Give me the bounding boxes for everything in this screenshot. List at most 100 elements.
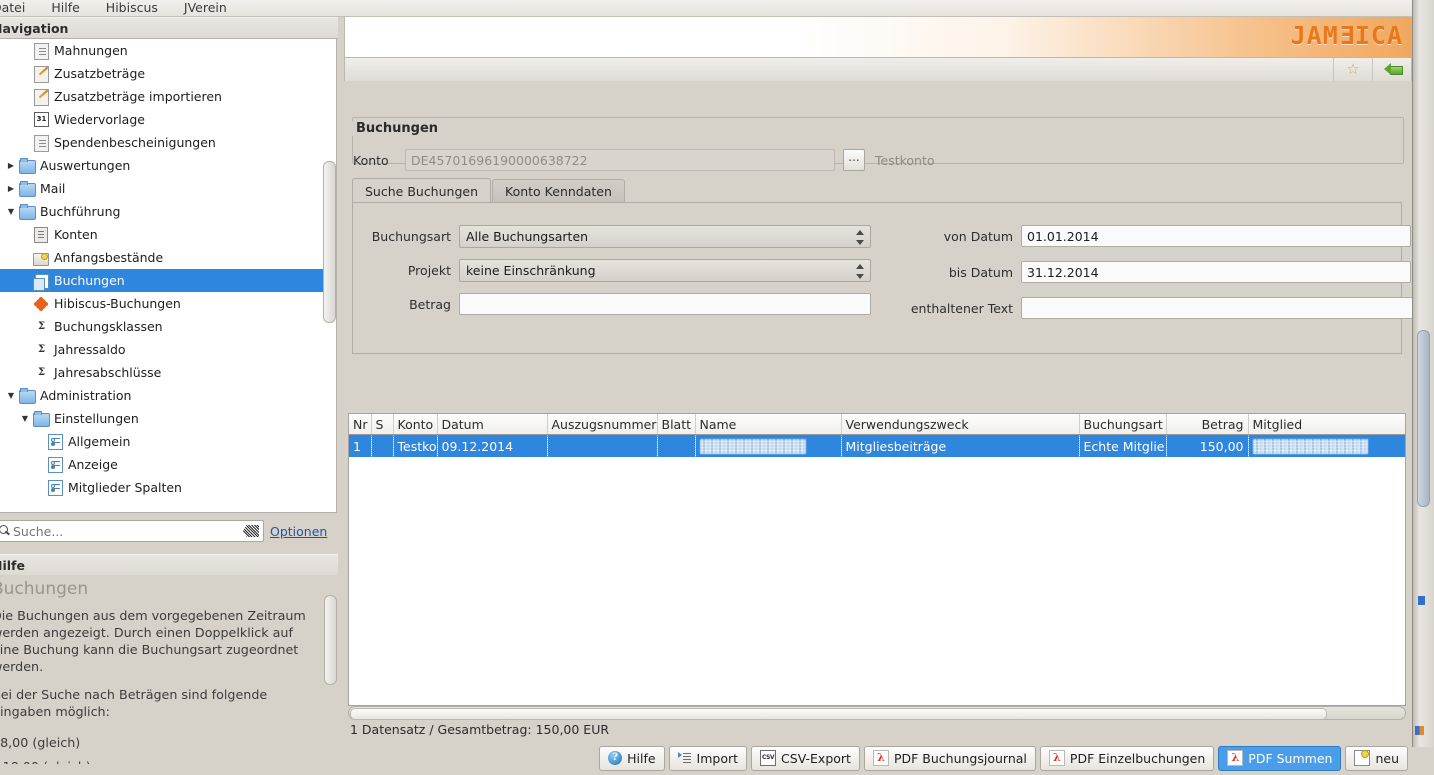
tree-item-label: Buchungsklassen bbox=[54, 315, 163, 338]
column-header-auszugsnummer[interactable]: Auszugsnummer bbox=[547, 414, 657, 435]
buchungen-table[interactable]: NrSKontoDatumAuszugsnummerBlattNameVerwe… bbox=[348, 413, 1406, 706]
help-scrollbar-thumb[interactable] bbox=[324, 595, 337, 685]
column-header-mitglied[interactable]: Mitglied bbox=[1248, 414, 1405, 435]
cell-blatt bbox=[657, 435, 695, 458]
column-header-konto[interactable]: Konto bbox=[393, 414, 437, 435]
pdf-icon: λ bbox=[1227, 750, 1243, 766]
tree-item-buchungsklassen[interactable]: ΣBuchungsklassen bbox=[0, 315, 322, 338]
search-input[interactable] bbox=[11, 523, 243, 540]
back-button[interactable] bbox=[1372, 58, 1411, 81]
column-header-betrag[interactable]: Betrag bbox=[1166, 414, 1248, 435]
buchungsart-select[interactable]: Alle Buchungsarten bbox=[459, 225, 871, 248]
menu-item-datei[interactable]: Datei bbox=[0, 0, 38, 16]
search-options-link[interactable]: Optionen bbox=[270, 524, 327, 539]
left-pane: Navigation MahnungenZusatzbeträgeZusatzb… bbox=[0, 17, 338, 747]
tree-item-administration[interactable]: ▼ Administration bbox=[0, 384, 322, 407]
von-datum-input[interactable] bbox=[1021, 225, 1411, 247]
tree-item-mitglieder-spalten[interactable]: Mitglieder Spalten bbox=[0, 476, 322, 499]
tree-item-spendenbescheinigungen[interactable]: Spendenbescheinigungen bbox=[0, 131, 322, 154]
button-neu[interactable]: neu bbox=[1345, 746, 1408, 771]
help-paragraph: Bei der Suche nach Beträgen sind folgend… bbox=[0, 686, 322, 720]
tree-twisty-icon[interactable]: ▶ bbox=[4, 161, 18, 170]
help-scrollbar[interactable] bbox=[324, 595, 335, 760]
table-row[interactable]: 1Testko09.12.2014MitgliesbeiträgeEchte M… bbox=[349, 435, 1405, 458]
cell-betrag: 150,00 bbox=[1166, 435, 1248, 458]
tree-twisty-icon[interactable]: ▼ bbox=[4, 391, 18, 400]
button-label: PDF Summen bbox=[1248, 751, 1332, 766]
tree-item-einstellungen[interactable]: ▼ Einstellungen bbox=[0, 407, 322, 430]
window-marker bbox=[1415, 726, 1424, 735]
tree-item-allgemein[interactable]: Allgemein bbox=[0, 430, 322, 453]
list-icon bbox=[46, 457, 63, 473]
cell-konto: Testko bbox=[393, 435, 437, 458]
tree-twisty-icon[interactable]: ▼ bbox=[18, 414, 32, 423]
bookmark-button[interactable]: ☆ bbox=[1333, 58, 1372, 81]
projekt-select[interactable]: keine Einschränkung bbox=[459, 259, 871, 282]
tree-item-zusatzbetr-ge-importieren[interactable]: Zusatzbeträge importieren bbox=[0, 85, 322, 108]
search-icon bbox=[0, 524, 11, 538]
konto-browse-button[interactable]: ... bbox=[843, 149, 865, 171]
button-label: PDF Einzelbuchungen bbox=[1070, 751, 1205, 766]
tree-item-label: Einstellungen bbox=[54, 407, 139, 430]
column-header-datum[interactable]: Datum bbox=[437, 414, 547, 435]
tree-item-jahresabschl-sse[interactable]: ΣJahresabschlüsse bbox=[0, 361, 322, 384]
outer-scrollbar-thumb[interactable] bbox=[1417, 330, 1430, 507]
button-pdf-einzelbuchungen[interactable]: λPDF Einzelbuchungen bbox=[1040, 746, 1214, 771]
back-arrow-icon bbox=[1384, 63, 1401, 76]
view-content: Buchungen Konto ... Testkonto Suche Buch… bbox=[344, 81, 1412, 747]
search-box[interactable] bbox=[0, 520, 264, 542]
button-hilfe[interactable]: ?Hilfe bbox=[599, 746, 664, 771]
tree-item-mail[interactable]: ▶Mail bbox=[0, 177, 322, 200]
star-icon: ☆ bbox=[1346, 62, 1359, 77]
tree-item-buchungen[interactable]: Buchungen bbox=[0, 269, 337, 292]
tree-item-wiedervorlage[interactable]: 31Wiedervorlage bbox=[0, 108, 322, 131]
button-csv-export[interactable]: CSVCSV-Export bbox=[751, 746, 860, 771]
column-header-name[interactable]: Name bbox=[695, 414, 841, 435]
table-scrollbar-thumb[interactable] bbox=[350, 708, 1327, 720]
tree-item-jahressaldo[interactable]: ΣJahressaldo bbox=[0, 338, 322, 361]
table-horizontal-scrollbar[interactable] bbox=[348, 706, 1406, 720]
menu-item-hilfe[interactable]: Hilfe bbox=[38, 0, 92, 16]
group-title: Buchungen bbox=[352, 121, 442, 136]
tree-twisty-icon[interactable]: ▼ bbox=[4, 207, 18, 216]
tree-item-konten[interactable]: Konten bbox=[0, 223, 322, 246]
column-header-verwendungszweck[interactable]: Verwendungszweck bbox=[841, 414, 1079, 435]
tree-item-mahnungen[interactable]: Mahnungen bbox=[0, 39, 322, 62]
tree-twisty-icon[interactable]: ▶ bbox=[4, 184, 18, 193]
enthaltener-text-input[interactable] bbox=[1021, 297, 1434, 319]
tree-scrollbar[interactable] bbox=[323, 41, 334, 509]
bis-datum-input[interactable] bbox=[1021, 261, 1411, 283]
navigation-tree[interactable]: MahnungenZusatzbeträgeZusatzbeträge impo… bbox=[0, 38, 337, 513]
help-example: =18,00 (gleich) bbox=[0, 755, 338, 764]
button-pdf-buchungsjournal[interactable]: λPDF Buchungsjournal bbox=[864, 746, 1036, 771]
tree-item-buchf-hrung[interactable]: ▼Buchführung bbox=[0, 200, 322, 223]
jameica-logo: JAMEICA bbox=[1291, 21, 1403, 50]
menu-item-jverein[interactable]: JVerein bbox=[171, 0, 240, 16]
chevron-updown-icon bbox=[856, 263, 865, 280]
tree-item-zusatzbetr-ge[interactable]: Zusatzbeträge bbox=[0, 62, 322, 85]
tab-konto-kenndaten[interactable]: Konto Kenndaten bbox=[492, 179, 625, 203]
betrag-input[interactable] bbox=[459, 293, 871, 315]
tree-scrollbar-thumb[interactable] bbox=[323, 161, 336, 323]
column-header-blatt[interactable]: Blatt bbox=[657, 414, 695, 435]
tab-suche-buchungen[interactable]: Suche Buchungen bbox=[352, 178, 491, 203]
tree-item-anfangsbest-nde[interactable]: Anfangsbestände bbox=[0, 246, 322, 269]
column-header-nr[interactable]: Nr bbox=[349, 414, 371, 435]
tree-item-hibiscus-buchungen[interactable]: Hibiscus-Buchungen bbox=[0, 292, 322, 315]
clear-search-icon[interactable] bbox=[243, 525, 259, 537]
menu-item-hibiscus[interactable]: Hibiscus bbox=[93, 0, 171, 16]
column-header-buchungsart[interactable]: Buchungsart bbox=[1079, 414, 1166, 435]
konto-field[interactable] bbox=[405, 149, 835, 171]
book-icon bbox=[32, 227, 49, 243]
tree-item-anzeige[interactable]: Anzeige bbox=[0, 453, 322, 476]
button-pdf-summen[interactable]: λ PDF Summen bbox=[1218, 746, 1341, 771]
redacted-value bbox=[700, 439, 806, 454]
column-header-s[interactable]: S bbox=[371, 414, 393, 435]
button-import[interactable]: Import bbox=[669, 746, 748, 771]
tree-item-auswertungen[interactable]: ▶Auswertungen bbox=[0, 154, 322, 177]
enthaltener-text-label: enthaltener Text bbox=[873, 301, 1013, 316]
tree-item-label: Administration bbox=[40, 384, 131, 407]
tree-item-label: Wiedervorlage bbox=[54, 108, 145, 131]
pencil-icon bbox=[32, 66, 49, 82]
folder-icon bbox=[18, 388, 35, 404]
